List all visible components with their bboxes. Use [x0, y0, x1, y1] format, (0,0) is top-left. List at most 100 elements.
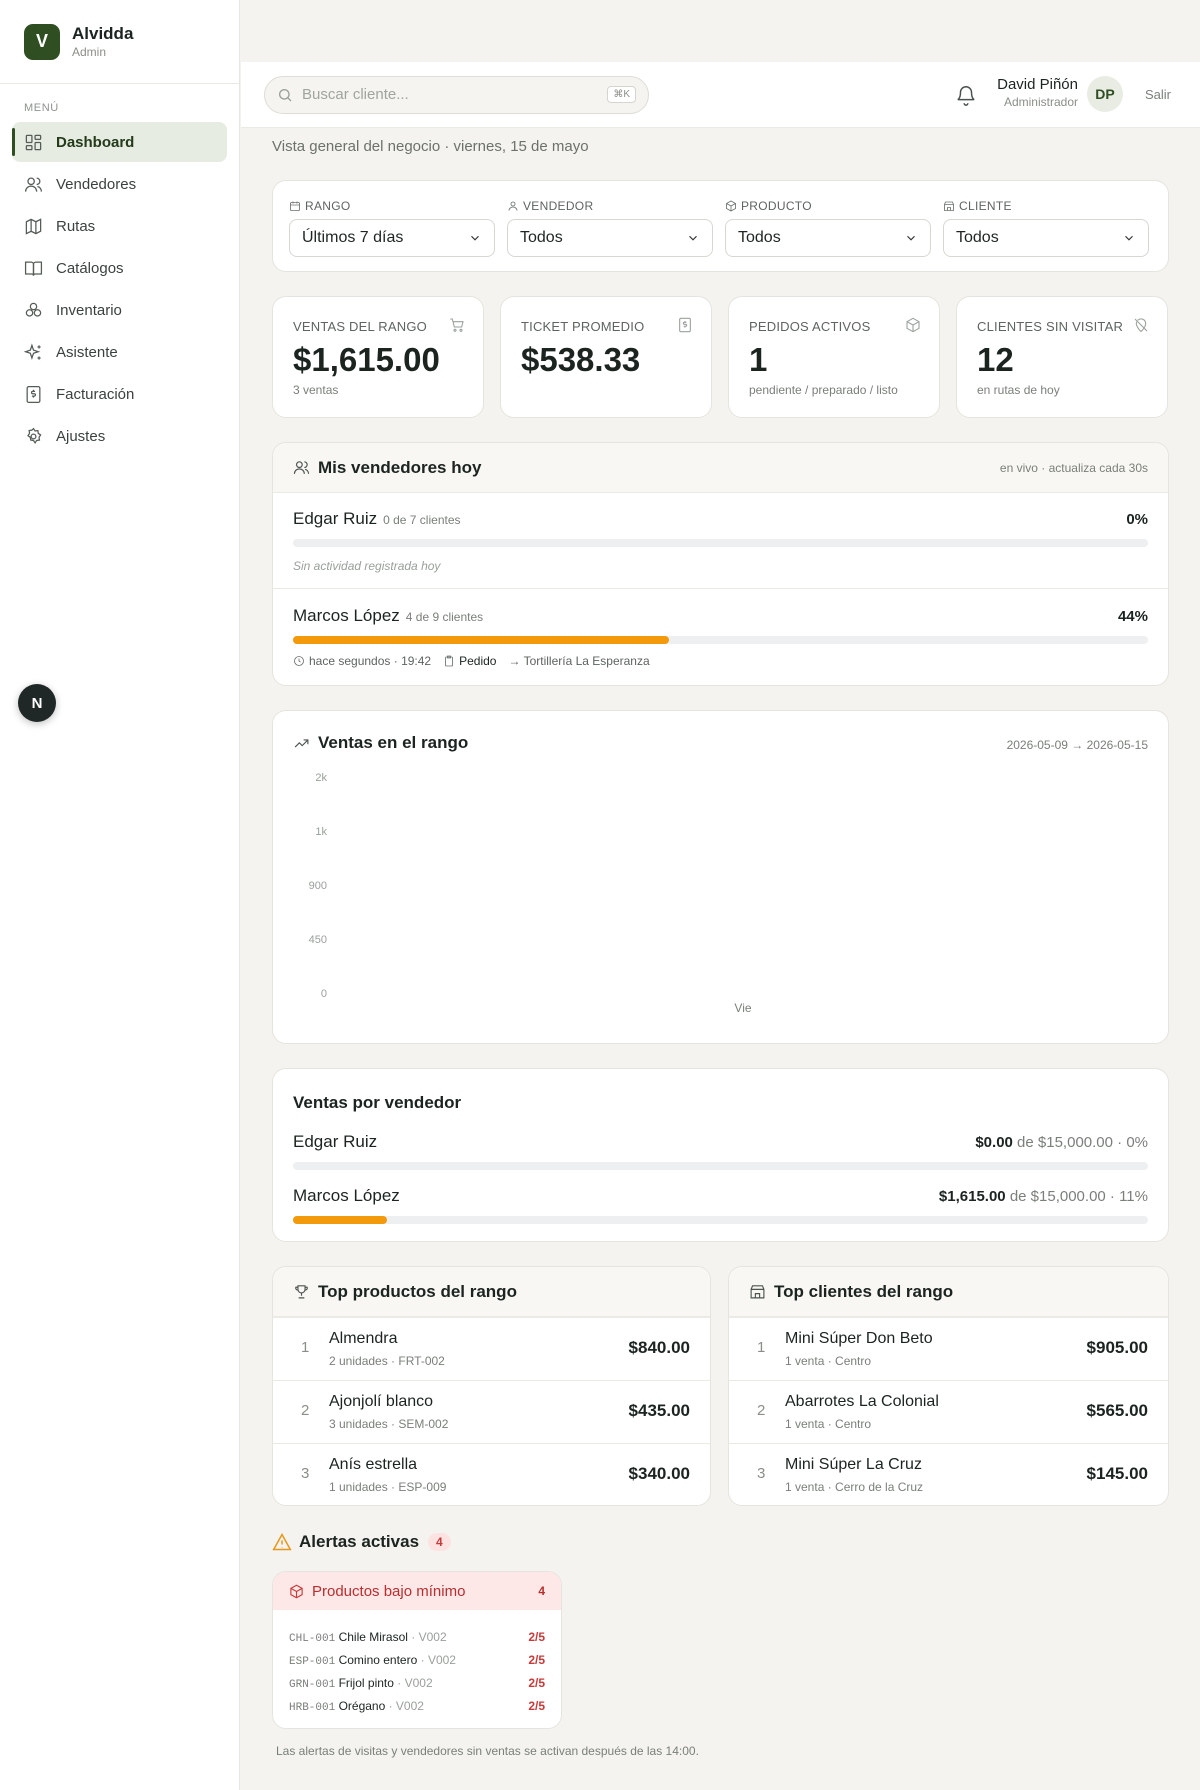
client-name: Mini Súper La Cruz: [785, 1456, 922, 1473]
sidebar-item-vendedores[interactable]: Vendedores: [12, 164, 227, 204]
bell-icon[interactable]: [955, 84, 977, 106]
users-icon: [293, 461, 310, 474]
client-value: $565.00: [1086, 1401, 1148, 1420]
product-sub: 3 unidades · SEM-002: [329, 1417, 449, 1431]
kpi-value: 12: [977, 341, 1014, 378]
client-row[interactable]: 2 Abarrotes La Colonial 1 venta · Centro…: [729, 1380, 1168, 1443]
package-icon: [290, 1584, 303, 1598]
kpi-sub: pendiente / preparado / listo: [749, 383, 898, 397]
filter-vendedor: VENDEDOR Todos: [507, 199, 713, 257]
kpi-ticket: TICKET PROMEDIO $538.33: [500, 296, 712, 418]
vendor-sales-row[interactable]: Edgar Ruiz $0.00 de $15,000.00 · 0%: [293, 1132, 1148, 1172]
kpi-value: $1,615.00: [293, 341, 440, 378]
progress-track: [293, 1216, 1148, 1224]
vendor-sales-row[interactable]: Marcos López $1,615.00 de $15,000.00 · 1…: [293, 1186, 1148, 1226]
low-stock-alert-card[interactable]: Productos bajo mínimo 4 CHL-001 Chile Mi…: [272, 1571, 562, 1729]
brand[interactable]: V Alvidda Admin: [0, 0, 239, 84]
kpi-sub: 3 ventas: [293, 383, 339, 397]
brand-name: Alvidda: [72, 24, 134, 43]
sidebar-item-dashboard[interactable]: Dashboard: [12, 122, 227, 162]
section-title: Top clientes del rango: [774, 1281, 954, 1301]
sidebar-item-ajustes[interactable]: Ajustes: [12, 416, 227, 456]
select-value: Todos: [520, 229, 563, 246]
sales-chart: 0 450 900 1k 2k Vie: [309, 772, 752, 1015]
product-name: Almendra: [329, 1330, 398, 1347]
client-name: Mini Súper Don Beto: [785, 1330, 933, 1347]
sidebar-item-label: Ajustes: [56, 427, 106, 445]
rank: 3: [757, 1465, 766, 1482]
kpi-label: VENTAS DEL RANGO: [293, 319, 427, 334]
search-input[interactable]: [302, 86, 608, 103]
kpi-pedidos: PEDIDOS ACTIVOS 1 pendiente / preparado …: [728, 296, 940, 418]
trophy-icon: [295, 1285, 308, 1299]
divider: [273, 588, 1168, 589]
section-header: Mis vendedores hoy en vivo · actualiza c…: [273, 443, 1168, 493]
product-row[interactable]: 3 Anís estrella 1 unidades · ESP-009 $34…: [273, 1443, 710, 1505]
client-sub: 1 venta · Centro: [785, 1354, 872, 1368]
progress-track: [293, 636, 1148, 644]
progress-track: [293, 539, 1148, 547]
stock-ratio: 2/5: [528, 1676, 545, 1690]
chevron-down-icon: [1125, 235, 1133, 241]
product-name: Orégano: [338, 1699, 386, 1713]
search-bar[interactable]: ⌘K: [264, 75, 649, 114]
activity-type: Pedido: [459, 654, 497, 668]
sidebar-item-asistente[interactable]: Asistente: [12, 332, 227, 372]
sidebar-item-inventario[interactable]: Inventario: [12, 290, 227, 330]
filter-label: CLIENTE: [959, 199, 1012, 213]
vendor-select[interactable]: Todos: [507, 219, 713, 257]
progress-fill: [293, 1216, 388, 1224]
product-value: $840.00: [628, 1338, 690, 1357]
alert-item[interactable]: GRN-001 Frijol pinto · V002 2/5: [289, 1676, 545, 1691]
vendor-sales-amount: $0.00: [975, 1134, 1013, 1151]
vendor-row[interactable]: Edgar Ruiz 0 de 7 clientes 0% Sin activid…: [293, 509, 1148, 589]
logout-link[interactable]: Salir: [1145, 87, 1171, 102]
client-row[interactable]: 3 Mini Súper La Cruz 1 venta · Cerro de …: [729, 1443, 1168, 1505]
vendor-name: Marcos López: [293, 1186, 400, 1205]
product-code: GRN-001: [289, 1679, 336, 1691]
book-icon: [24, 261, 43, 276]
product-row[interactable]: 2 Ajonjolí blanco 3 unidades · SEM-002 $…: [273, 1380, 710, 1443]
alert-item[interactable]: CHL-001 Chile Mirasol · V002 2/5: [289, 1630, 545, 1645]
vendor-sales-amount: $1,615.00: [938, 1188, 1006, 1205]
vendor-percent: 0%: [1126, 511, 1148, 528]
product-row[interactable]: 1 Almendra 2 unidades · FRT-002 $840.00: [273, 1317, 710, 1380]
product-sub: 2 unidades · FRT-002: [329, 1354, 445, 1368]
sidebar-item-facturacion[interactable]: Facturación: [12, 374, 227, 414]
stock-ratio: 2/5: [528, 1653, 545, 1667]
sidebar: V Alvidda Admin MENÚ Dashboard Vendedore…: [0, 0, 240, 1790]
sidebar-item-label: Inventario: [56, 301, 122, 319]
filter-label: RANGO: [305, 199, 351, 213]
client-row[interactable]: 1 Mini Súper Don Beto 1 venta · Centro $…: [729, 1317, 1168, 1380]
rank: 2: [301, 1402, 310, 1419]
progress-track: [293, 1162, 1148, 1170]
y-tick-label: 1k: [315, 826, 327, 838]
range-select[interactable]: Últimos 7 días: [289, 219, 495, 257]
alerts-title: Alertas activas: [299, 1532, 420, 1551]
shortcut-hint: ⌘K: [607, 86, 636, 103]
boxes-icon: [25, 302, 42, 317]
sidebar-item-catalogos[interactable]: Catálogos: [12, 248, 227, 288]
user-info: David Piñón Administrador: [993, 76, 1078, 109]
user-role: Administrador: [1003, 95, 1078, 109]
kpi-value: $538.33: [521, 341, 641, 378]
y-tick-label: 450: [309, 934, 327, 946]
client-select[interactable]: Todos: [943, 219, 1149, 257]
product-select[interactable]: Todos: [725, 219, 931, 257]
alert-item[interactable]: ESP-001 Comino entero · V002 2/5: [289, 1653, 545, 1668]
alert-item[interactable]: HRB-001 Orégano · V002 2/5: [289, 1699, 545, 1714]
filter-label: VENDEDOR: [523, 199, 594, 213]
alerts-header: Alertas activas 4: [272, 1532, 451, 1552]
progress-fill: [293, 636, 670, 644]
floating-assistant-button[interactable]: N: [18, 684, 56, 722]
avatar[interactable]: DP: [1087, 76, 1123, 112]
rank: 1: [757, 1339, 766, 1356]
rank: 1: [301, 1339, 310, 1356]
sidebar-item-label: Asistente: [56, 343, 118, 361]
sidebar-item-rutas[interactable]: Rutas: [12, 206, 227, 246]
vendors-today-card: Mis vendedores hoy en vivo · actualiza c…: [272, 442, 1169, 686]
sidebar-nav: Dashboard Vendedores Rutas Catálogos Inv…: [0, 122, 239, 456]
section-title: Ventas por vendedor: [293, 1093, 462, 1112]
vendor-row[interactable]: Marcos López 4 de 9 clientes 44% hace seg…: [293, 606, 1148, 676]
package-icon: [726, 200, 736, 212]
